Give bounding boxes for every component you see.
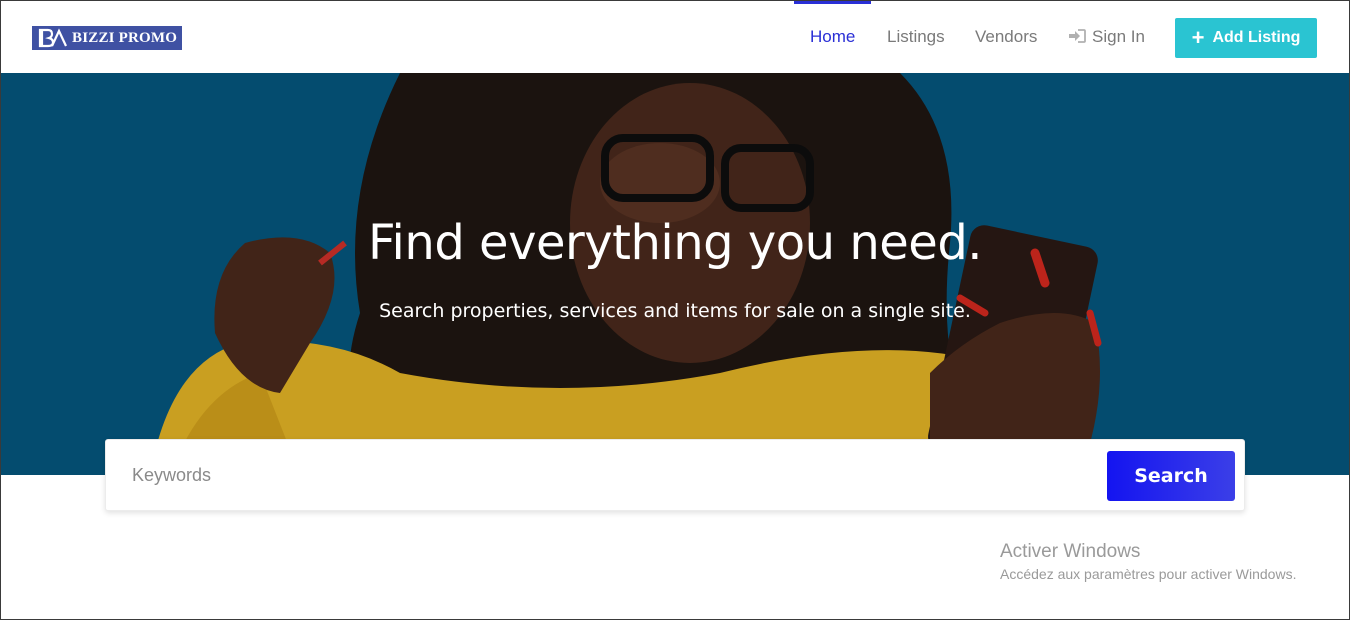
search-keywords-input[interactable] [132, 458, 1082, 492]
add-listing-label: Add Listing [1212, 29, 1301, 46]
nav-sign-in-label: Sign In [1092, 27, 1145, 46]
search-button[interactable]: Search [1107, 451, 1235, 501]
brand-logo-mark-icon [38, 28, 67, 48]
hero-subtitle: Search properties, services and items fo… [379, 300, 971, 322]
hero-banner: Find everything you need. Search propert… [0, 73, 1350, 475]
nav-vendors[interactable]: Vendors [975, 27, 1037, 47]
add-listing-button[interactable]: + Add Listing [1175, 18, 1317, 58]
navbar: BIZZI PROMO Home Listings Vendors Sign I… [0, 0, 1350, 73]
windows-watermark-subtitle: Accédez aux paramètres pour activer Wind… [1000, 566, 1297, 582]
plus-icon: + [1191, 25, 1205, 50]
nav-home[interactable]: Home [810, 27, 855, 47]
nav-active-indicator [794, 1, 871, 4]
nav-listings[interactable]: Listings [887, 27, 945, 47]
brand-logo[interactable]: BIZZI PROMO [32, 26, 182, 50]
windows-watermark-title: Activer Windows [1000, 541, 1141, 562]
brand-name: BIZZI PROMO [72, 29, 178, 46]
nav-sign-in[interactable]: Sign In [1068, 27, 1145, 47]
sign-in-icon [1069, 29, 1086, 43]
hero-title: Find everything you need. [367, 215, 983, 271]
search-bar: Search [105, 439, 1245, 511]
hero-photo [0, 73, 1350, 475]
